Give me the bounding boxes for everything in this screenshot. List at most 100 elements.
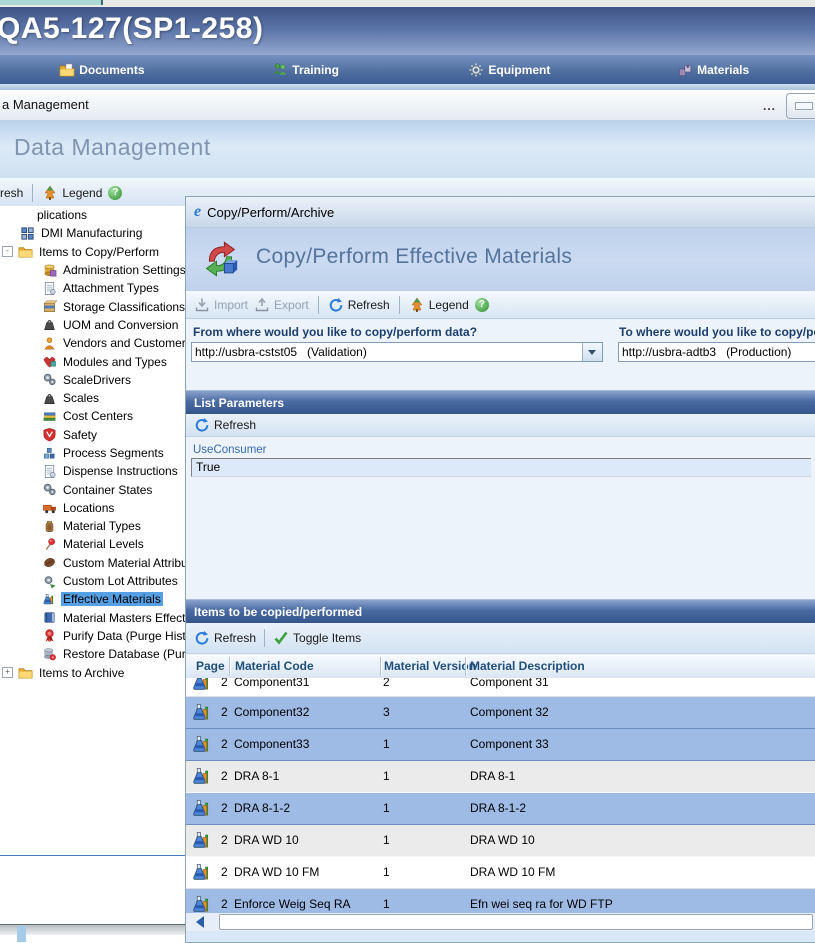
column-header-material-code[interactable]: Material Code	[235, 659, 314, 673]
app-title: QA5-127(SP1-258)	[0, 12, 263, 46]
top-teal-tab	[0, 0, 103, 5]
column-header-material-description[interactable]: Material Description	[470, 659, 585, 673]
column-header-material-version[interactable]: Material Version	[384, 659, 476, 673]
column-header-page[interactable]: Page	[196, 659, 225, 673]
dialog-titlebar[interactable]: e Copy/Perform/Archive	[186, 197, 815, 228]
table-row[interactable]: 2 DRA 8-1-2 1 DRA 8-1-2	[186, 793, 815, 825]
items-section-header: Items to be copied/performed	[186, 599, 815, 623]
tree-item-label: UOM and Conversion	[61, 318, 180, 332]
help-icon[interactable]: ?	[475, 298, 489, 312]
toolbar-separator	[32, 184, 33, 202]
cell-page: 2	[221, 857, 228, 888]
legend-icon	[409, 297, 425, 313]
tree-item[interactable]: ScaleDrivers	[0, 371, 190, 389]
nav-item[interactable]: Training	[204, 55, 408, 84]
tree-item[interactable]: Custom Lot Attributes	[0, 572, 190, 590]
to-server-dropdown[interactable]: http://usbra-adtb3 (Production)	[618, 342, 815, 362]
tree-item-label: Scales	[61, 391, 101, 405]
tree-item[interactable]: - Items to Copy/Perform	[0, 243, 190, 261]
table-row[interactable]: 2 DRA WD 10 FM 1 DRA WD 10 FM	[186, 857, 815, 889]
tree-item[interactable]: Administration Settings	[0, 261, 190, 279]
flask-icon	[191, 861, 214, 884]
column-separator[interactable]	[465, 657, 466, 676]
refresh-button[interactable]: Refresh	[194, 630, 256, 646]
window-bottom-edge	[0, 924, 186, 935]
tree-item[interactable]: Dispense Instructions	[0, 462, 190, 480]
tree-item[interactable]: Storage Classifications	[0, 297, 190, 315]
tree-item[interactable]: Scales	[0, 389, 190, 407]
refresh-icon	[194, 630, 210, 646]
refresh-button-clipped[interactable]: resh	[0, 186, 23, 200]
tree-item[interactable]: Effective Materials	[0, 590, 190, 608]
tree-item[interactable]: DMI Manufacturing	[0, 224, 190, 242]
cell-material-code: Component32	[234, 697, 309, 728]
from-server-value: http://usbra-cstst05 (Validation)	[195, 345, 367, 359]
mdi-ellipsis: ...	[763, 99, 776, 113]
to-label: To where would you like to copy/pe	[619, 325, 815, 339]
nav-item-label: Documents	[79, 63, 144, 77]
cell-material-version: 1	[383, 729, 390, 760]
tree-expander[interactable]: +	[2, 667, 13, 678]
box-icon	[42, 299, 57, 314]
tree-item[interactable]: Container States	[0, 480, 190, 498]
tree-item[interactable]: Material Levels	[0, 535, 190, 553]
tree-item[interactable]: Vendors and Customers	[0, 334, 190, 352]
cell-page: 2	[221, 678, 228, 697]
nav-item-label: Materials	[697, 63, 749, 77]
table-row[interactable]: 2 DRA WD 10 1 DRA WD 10	[186, 825, 815, 857]
tree-item[interactable]: UOM and Conversion	[0, 316, 190, 334]
tree-item[interactable]: Restore Database (Purge All	[0, 645, 190, 663]
tree-item[interactable]: Process Segments	[0, 444, 190, 462]
nav-item[interactable]: Materials	[611, 55, 815, 84]
refresh-button[interactable]: Refresh	[328, 297, 390, 313]
tree-item[interactable]: plications	[0, 206, 190, 224]
use-consumer-input[interactable]: True	[191, 458, 811, 477]
table-row[interactable]: 2 Component32 3 Component 32	[186, 697, 815, 729]
refresh-button[interactable]: Refresh	[194, 417, 256, 433]
cell-material-code: Component33	[234, 729, 309, 760]
tree-item[interactable]: Cost Centers	[0, 407, 190, 425]
nav-item[interactable]: Documents	[0, 55, 204, 84]
toggle-items-button[interactable]: Toggle Items	[273, 630, 361, 646]
help-icon[interactable]: ?	[108, 186, 122, 200]
folder-icon	[18, 244, 33, 259]
use-consumer-label: UseConsumer	[193, 444, 267, 456]
import-icon	[194, 297, 210, 313]
horizontal-scrollbar[interactable]	[186, 913, 815, 931]
table-row[interactable]: 2 DRA 8-1 1 DRA 8-1	[186, 761, 815, 793]
person-icon	[42, 336, 57, 351]
restore-window-button[interactable]	[786, 93, 815, 119]
dropdown-chevron-icon[interactable]	[582, 343, 602, 361]
tree-item[interactable]: + Items to Archive	[0, 663, 190, 681]
cell-material-description: DRA 8-1-2	[470, 793, 526, 824]
tree-item-label: plications	[35, 208, 89, 222]
tree-item[interactable]: Locations	[0, 499, 190, 517]
modules-icon	[42, 354, 57, 369]
export-button[interactable]: Export	[254, 297, 309, 313]
scroll-left-arrow-icon[interactable]	[196, 916, 204, 928]
cell-page: 2	[221, 729, 228, 760]
scrollbar-thumb[interactable]	[219, 914, 813, 930]
table-row[interactable]: 2 Component33 1 Component 33	[186, 729, 815, 761]
tree-item[interactable]: Custom Material Attributes	[0, 554, 190, 572]
tree-item[interactable]: Purify Data (Purge History a	[0, 627, 190, 645]
from-server-dropdown[interactable]: http://usbra-cstst05 (Validation)	[191, 342, 603, 362]
import-button[interactable]: Import	[194, 297, 248, 313]
tree-item[interactable]: Modules and Types	[0, 352, 190, 370]
truck-icon	[42, 500, 57, 515]
legend-button[interactable]: Legend	[42, 185, 102, 201]
table-header: Page Material Code Material Version Mate…	[186, 655, 815, 679]
nav-item[interactable]: Equipment	[408, 55, 612, 84]
legend-button[interactable]: Legend	[409, 297, 469, 313]
tree-item[interactable]: Attachment Types	[0, 279, 190, 297]
dialog-header-band: Copy/Perform Effective Materials	[186, 228, 815, 291]
flask-icon	[191, 701, 214, 724]
tree-item-label: Cost Centers	[61, 409, 135, 423]
tree-item[interactable]: Material Types	[0, 517, 190, 535]
column-separator[interactable]	[380, 657, 381, 676]
tree-expander[interactable]: -	[2, 246, 13, 257]
table-row[interactable]: 2 Component31 2 Component 31	[186, 678, 815, 697]
tree-item[interactable]: Material Masters Effective (A	[0, 609, 190, 627]
column-separator[interactable]	[229, 657, 230, 676]
tree-item[interactable]: Safety	[0, 426, 190, 444]
